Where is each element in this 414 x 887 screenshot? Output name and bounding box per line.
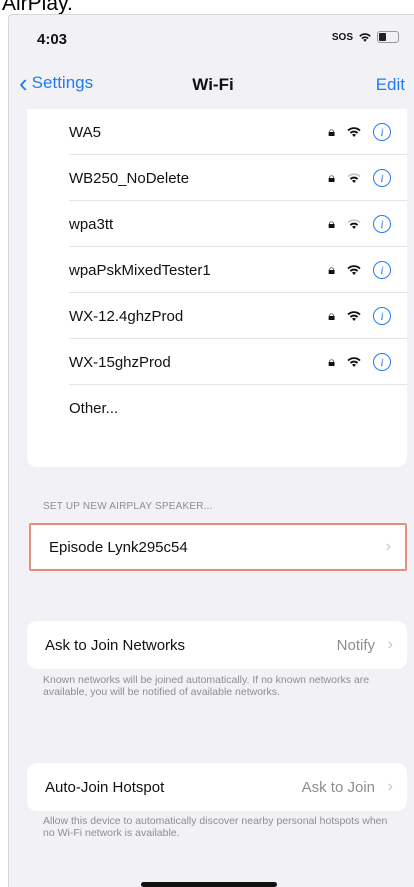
battery-icon xyxy=(377,31,399,43)
lock-icon: 🔒︎ xyxy=(328,170,335,185)
lock-icon: 🔒︎ xyxy=(328,262,335,277)
status-time: 4:03 xyxy=(37,31,68,48)
lock-icon: 🔒︎ xyxy=(328,308,335,323)
status-icons: SOS xyxy=(332,31,399,43)
phone-screen: 4:03 SOS ‹ Settings Wi-Fi Edit WA5 🔒︎ i xyxy=(8,14,414,887)
info-icon[interactable]: i xyxy=(373,353,391,371)
caption-text: AirPlay. xyxy=(2,0,73,14)
network-name: WA5 xyxy=(69,123,101,141)
network-name: WB250_NoDelete xyxy=(69,169,190,187)
sos-indicator: SOS xyxy=(331,31,353,43)
network-name: WX-12.4ghzProd xyxy=(69,307,184,325)
airplay-speaker-row[interactable]: Episode Lynk295c54 › xyxy=(29,523,407,571)
wifi-signal-icon xyxy=(347,173,361,183)
wifi-signal-icon xyxy=(347,265,361,275)
info-icon[interactable]: i xyxy=(373,215,391,233)
status-bar: 4:03 SOS xyxy=(9,15,414,61)
network-row[interactable]: WX-12.4ghzProd 🔒︎ i xyxy=(27,293,407,339)
home-indicator[interactable] xyxy=(141,882,277,887)
network-row[interactable]: wpaPskMixedTester1 🔒︎ i xyxy=(27,247,407,293)
wifi-signal-icon xyxy=(347,357,361,367)
network-list: WA5 🔒︎ i WB250_NoDelete 🔒︎ i wpa3tt 🔒︎ i xyxy=(27,109,407,467)
lock-icon: 🔒︎ xyxy=(328,124,335,139)
info-icon[interactable]: i xyxy=(373,307,391,325)
airplay-speaker-name: Episode Lynk295c54 xyxy=(49,538,188,556)
auto-join-hotspot-value: Ask to Join xyxy=(301,778,375,796)
network-row[interactable]: wpa3tt 🔒︎ i xyxy=(27,201,407,247)
wifi-signal-icon xyxy=(347,127,361,137)
auto-join-hotspot-footer: Allow this device to automatically disco… xyxy=(43,815,388,839)
ask-to-join-row[interactable]: Ask to Join Networks Notify › xyxy=(27,621,407,669)
page-title: Wi-Fi xyxy=(192,75,234,94)
auto-join-hotspot-label: Auto-Join Hotspot xyxy=(45,778,165,796)
network-name: wpa3tt xyxy=(69,215,114,233)
chevron-right-icon: › xyxy=(387,636,393,653)
info-icon[interactable]: i xyxy=(373,261,391,279)
ask-to-join-label: Ask to Join Networks xyxy=(45,636,186,654)
wifi-status-icon xyxy=(359,32,371,42)
wifi-signal-icon xyxy=(347,311,361,321)
info-icon[interactable]: i xyxy=(373,123,391,141)
wifi-signal-icon xyxy=(347,219,361,229)
ask-to-join-value: Notify xyxy=(336,636,375,654)
network-row[interactable]: WX-15ghzProd 🔒︎ i xyxy=(27,339,407,385)
chevron-right-icon: › xyxy=(387,778,393,795)
navigation-bar: ‹ Settings Wi-Fi Edit xyxy=(9,67,414,107)
network-row[interactable]: WB250_NoDelete 🔒︎ i xyxy=(27,155,407,201)
lock-icon: 🔒︎ xyxy=(328,216,335,231)
chevron-right-icon: › xyxy=(385,538,391,555)
network-name: wpaPskMixedTester1 xyxy=(69,261,211,279)
network-name: WX-15ghzProd xyxy=(69,353,171,371)
ask-to-join-footer: Known networks will be joined automatica… xyxy=(43,674,370,698)
edit-button[interactable]: Edit xyxy=(376,75,405,95)
airplay-section-header: SET UP NEW AIRPLAY SPEAKER... xyxy=(43,501,213,512)
other-label: Other... xyxy=(69,399,119,417)
auto-join-hotspot-row[interactable]: Auto-Join Hotspot Ask to Join › xyxy=(27,763,407,811)
info-icon[interactable]: i xyxy=(373,169,391,187)
network-row[interactable]: WA5 🔒︎ i xyxy=(27,109,407,155)
other-network-row[interactable]: Other... xyxy=(27,385,407,431)
lock-icon: 🔒︎ xyxy=(328,354,335,369)
